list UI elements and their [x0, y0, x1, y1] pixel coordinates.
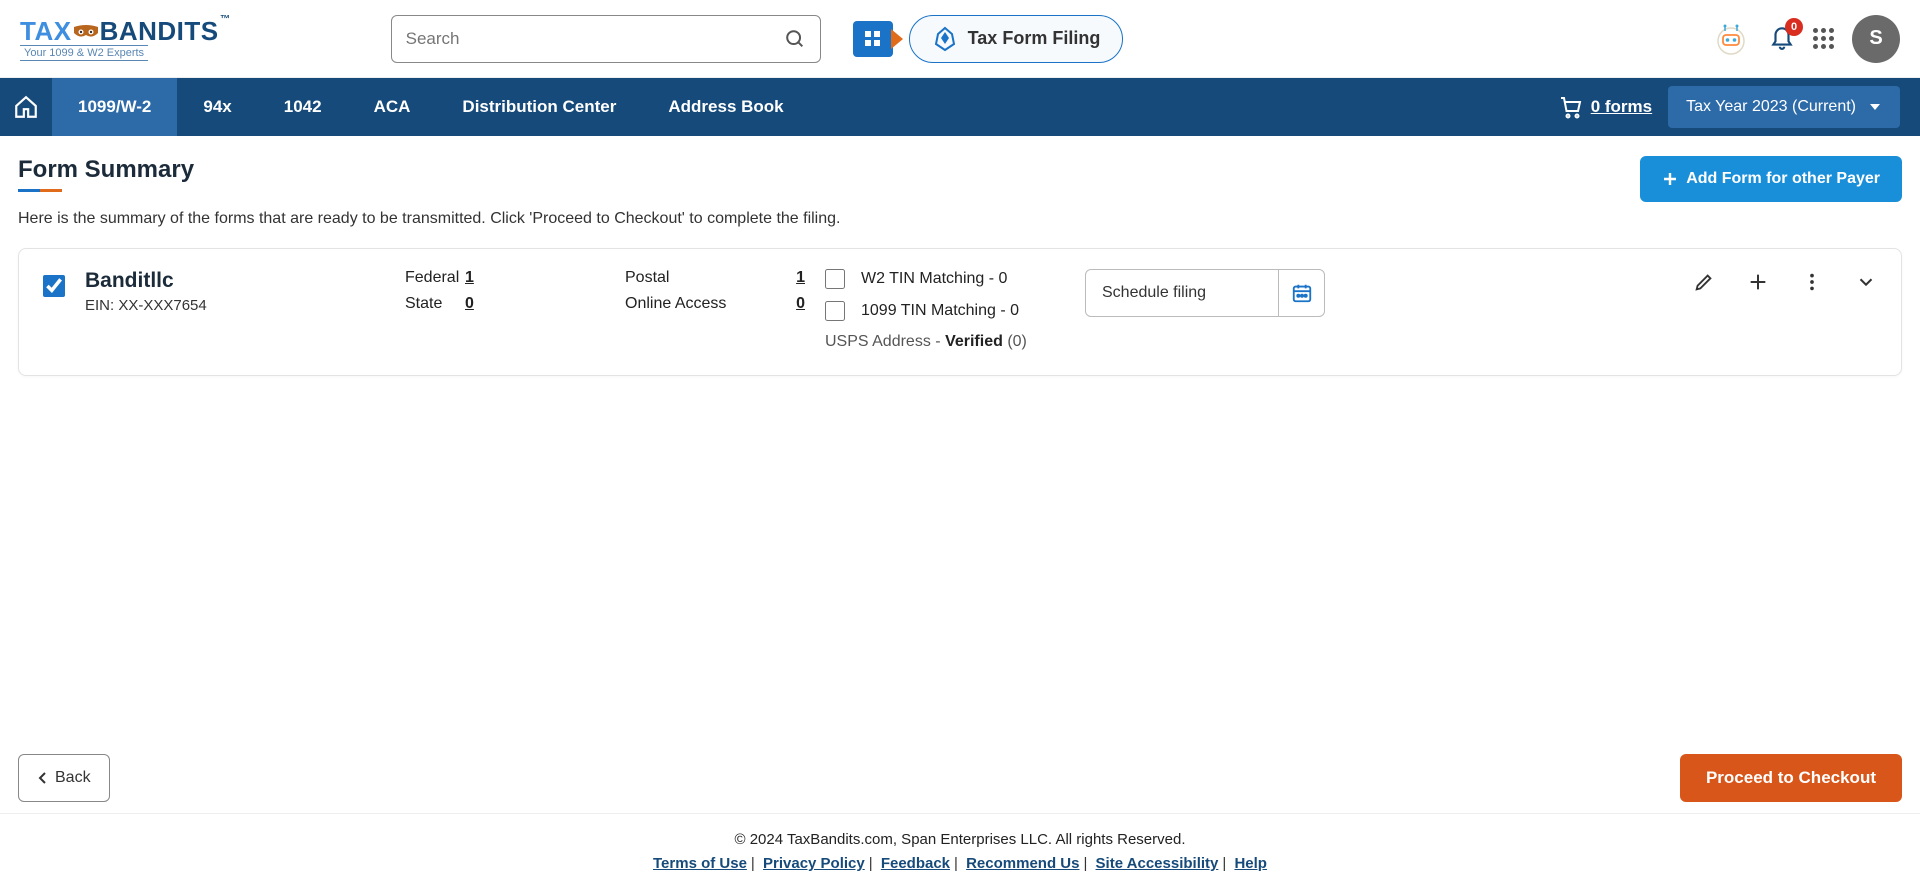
link-recommend[interactable]: Recommend Us	[966, 855, 1079, 872]
link-accessibility[interactable]: Site Accessibility	[1096, 855, 1219, 872]
nav-distribution-center[interactable]: Distribution Center	[436, 78, 642, 136]
tax-form-label: Tax Form Filing	[968, 28, 1101, 49]
cart-count: 0 forms	[1591, 97, 1652, 117]
nav-94x[interactable]: 94x	[177, 78, 257, 136]
online-access-value[interactable]: 0	[796, 295, 805, 313]
usps-verified: Verified	[945, 333, 1003, 350]
plus-icon	[1662, 171, 1678, 187]
logo-tax: TAX	[20, 16, 72, 47]
chevron-down-icon[interactable]	[1855, 271, 1877, 293]
logo-bandits: BANDITS	[100, 16, 219, 47]
nav-aca[interactable]: ACA	[348, 78, 437, 136]
back-button[interactable]: Back	[18, 754, 110, 802]
link-terms[interactable]: Terms of Use	[653, 855, 747, 872]
usps-prefix: USPS Address -	[825, 333, 941, 350]
page-content: Form Summary Add Form for other Payer He…	[0, 136, 1920, 376]
link-privacy[interactable]: Privacy Policy	[763, 855, 865, 872]
edit-icon[interactable]	[1693, 271, 1715, 293]
grid-icon	[864, 30, 882, 48]
user-avatar[interactable]: S	[1852, 15, 1900, 63]
footer-links: Terms of Use| Privacy Policy| Feedback| …	[0, 852, 1920, 876]
logo-tm: ™	[220, 14, 231, 25]
notifications-button[interactable]: 0	[1769, 24, 1795, 54]
w2-tin-checkbox[interactable]	[825, 269, 845, 289]
schedule-filing-box[interactable]: Schedule filing	[1085, 269, 1325, 317]
logo[interactable]: TAX BANDITS ™ Your 1099 & W2 Experts	[20, 16, 219, 61]
copyright-text: © 2024 TaxBandits.com, Span Enterprises …	[0, 828, 1920, 852]
notification-badge: 0	[1785, 18, 1803, 36]
chevron-down-icon	[1868, 100, 1882, 114]
logo-subtitle: Your 1099 & W2 Experts	[20, 45, 148, 61]
irs-eagle-icon	[932, 26, 958, 52]
logo-mask-icon	[72, 25, 100, 43]
w2-tin-label: W2 TIN Matching - 0	[861, 270, 1007, 288]
switch-app-button[interactable]	[853, 21, 893, 57]
usps-row: USPS Address - Verified (0)	[825, 333, 1065, 351]
footer-buttons: Back Proceed to Checkout	[0, 738, 1920, 818]
legal-footer: © 2024 TaxBandits.com, Span Enterprises …	[0, 813, 1920, 890]
header-bar: TAX BANDITS ™ Your 1099 & W2 Experts Tax…	[0, 0, 1920, 78]
postal-value[interactable]: 1	[796, 269, 805, 287]
online-access-label: Online Access	[625, 295, 784, 313]
1099-tin-checkbox[interactable]	[825, 301, 845, 321]
chatbot-icon[interactable]	[1711, 19, 1751, 59]
proceed-checkout-button[interactable]: Proceed to Checkout	[1680, 754, 1902, 802]
search-input[interactable]	[406, 29, 784, 49]
search-box[interactable]	[391, 15, 821, 63]
link-help[interactable]: Help	[1234, 855, 1267, 872]
add-form-label: Add Form for other Payer	[1686, 170, 1880, 188]
apps-grid-icon[interactable]	[1813, 28, 1834, 49]
chevron-left-icon	[37, 772, 49, 784]
usps-count: (0)	[1007, 333, 1027, 350]
nav-1042[interactable]: 1042	[258, 78, 348, 136]
state-label: State	[405, 295, 465, 313]
nav-home[interactable]	[0, 78, 52, 136]
nav-1099-w2[interactable]: 1099/W-2	[52, 78, 177, 136]
tax-form-filing-pill[interactable]: Tax Form Filing	[909, 15, 1124, 63]
state-value[interactable]: 0	[465, 295, 474, 313]
link-feedback[interactable]: Feedback	[881, 855, 950, 872]
payer-checkbox-wrap	[43, 275, 65, 301]
header-right: 0 S	[1711, 15, 1900, 63]
payer-name: Banditllc	[85, 269, 385, 293]
cart-link[interactable]: 0 forms	[1559, 95, 1652, 119]
tax-year-label: Tax Year 2023 (Current)	[1686, 98, 1856, 116]
more-icon[interactable]	[1801, 271, 1823, 293]
search-icon[interactable]	[784, 28, 806, 50]
federal-value[interactable]: 1	[465, 269, 474, 287]
nav-address-book[interactable]: Address Book	[642, 78, 809, 136]
1099-tin-label: 1099 TIN Matching - 0	[861, 302, 1019, 320]
add-form-button[interactable]: Add Form for other Payer	[1640, 156, 1902, 202]
payer-card: Banditllc EIN: XX-XXX7654 Federal 1 Stat…	[18, 248, 1902, 376]
cart-icon	[1559, 95, 1583, 119]
back-label: Back	[55, 769, 91, 787]
page-title: Form Summary	[18, 156, 194, 192]
tax-year-select[interactable]: Tax Year 2023 (Current)	[1668, 86, 1900, 128]
schedule-filing-label: Schedule filing	[1086, 284, 1278, 302]
nav-bar: 1099/W-2 94x 1042 ACA Distribution Cente…	[0, 78, 1920, 136]
calendar-icon	[1291, 282, 1313, 304]
postal-label: Postal	[625, 269, 784, 287]
add-icon[interactable]	[1747, 271, 1769, 293]
payer-checkbox[interactable]	[43, 275, 65, 297]
calendar-button[interactable]	[1278, 270, 1324, 316]
arrow-right-icon	[891, 29, 903, 49]
home-icon	[13, 94, 39, 120]
payer-ein: EIN: XX-XXX7654	[85, 297, 385, 314]
page-description: Here is the summary of the forms that ar…	[18, 210, 1902, 228]
federal-label: Federal	[405, 269, 465, 287]
